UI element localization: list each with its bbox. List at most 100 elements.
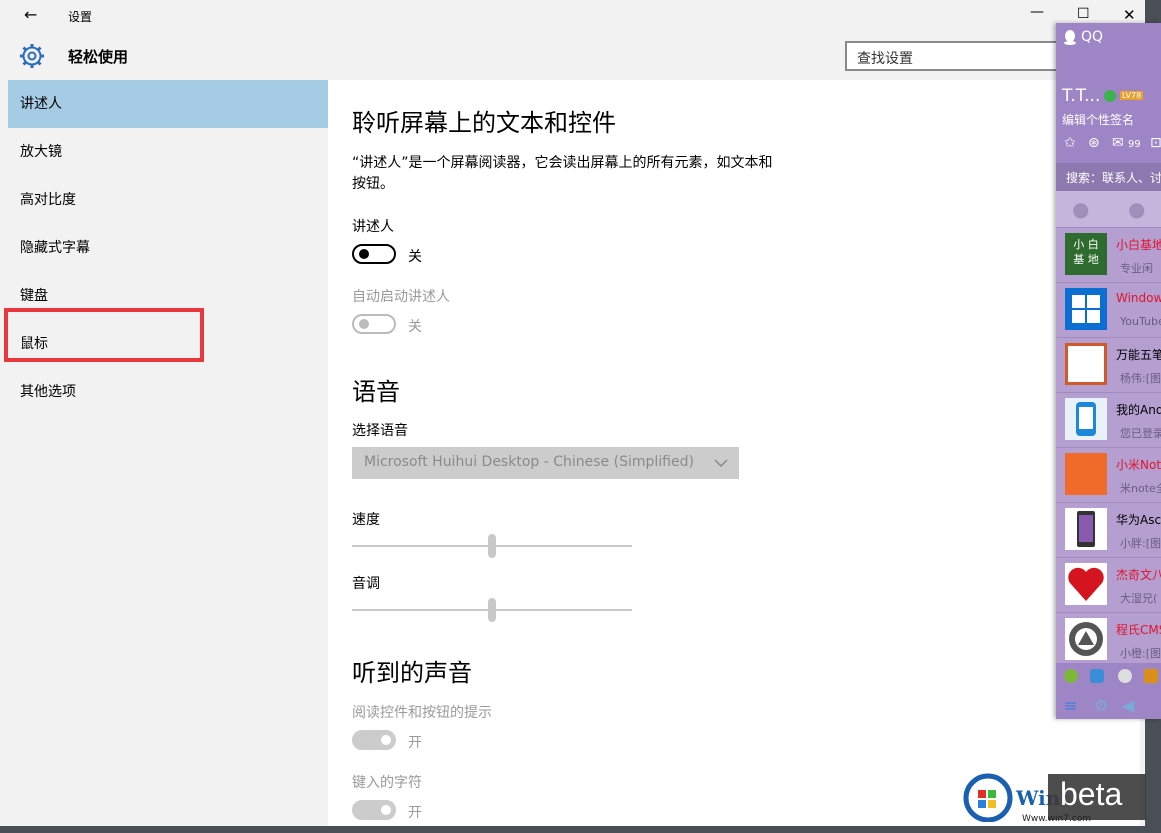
logo-avatar [1065,618,1107,660]
back-arrow-icon[interactable]: ← [24,5,37,24]
speed-slider[interactable] [352,531,632,561]
app-icon[interactable] [1064,669,1078,683]
contact-name: 华为Asc [1116,513,1161,527]
typed-state: 开 [408,805,422,821]
app-icon[interactable] [1144,669,1158,683]
toggle-knob [359,319,369,329]
pitch-slider[interactable] [352,595,632,625]
avatar: 小 白基 地 [1065,233,1107,275]
contact-name: 万能五笔 [1116,348,1161,362]
narrator-description-line1: “讲述人”是一个屏幕阅读器，它会读出屏幕上的所有元素，如文本和 [352,155,773,171]
qq-nickname[interactable]: T.T... [1062,86,1100,106]
gear-icon[interactable]: ⚙ [1094,696,1108,715]
section-title-narrator: 聆听屏幕上的文本和控件 [352,109,616,137]
groups-tab-icon[interactable]: ● [1128,197,1145,221]
typed-label: 键入的字符 [352,775,422,791]
level-badge: LV78 [1120,91,1144,100]
mail-count: 99 [1128,139,1141,150]
contact-name: Window [1116,291,1161,305]
highlight-box [4,308,204,362]
slider-thumb[interactable] [488,534,496,558]
qq-contact[interactable]: 万能五笔 杨伟:[图 [1056,337,1161,393]
camera-icon[interactable] [1118,669,1132,683]
contact-status: 大湿兄( [1120,592,1158,605]
contact-name: 我的Andr [1116,403,1161,417]
qq-tab-bar: ● ● [1056,191,1161,227]
contact-name: 程氏CMS [1116,623,1161,637]
content-pane: 聆听屏幕上的文本和控件 “讲述人”是一个屏幕阅读器，它会读出屏幕上的所有元素，如… [328,80,1140,826]
qq-contact[interactable]: 我的Andr 您已登录 [1056,392,1161,448]
sidebar-item-narrator[interactable]: 讲述人 [8,80,328,128]
sidebar: 讲述人 放大镜 高对比度 隐藏式字幕 键盘 鼠标 其他选项 [4,80,328,826]
search-placeholder: 查找设置 [857,51,913,67]
qq-signature[interactable]: 编辑个性签名 [1062,111,1134,128]
title-bar: ← 设置 — ☐ ✕ [0,0,1145,32]
typed-toggle[interactable] [352,800,396,820]
maximize-button[interactable]: ☐ [1077,6,1090,22]
toggle-knob [359,249,369,259]
phone-avatar [1065,398,1107,440]
qq-contact[interactable]: 程氏CMS 小橙:[图 [1056,612,1161,668]
contact-status: YouTube [1120,315,1161,328]
sidebar-item-other-options[interactable]: 其他选项 [8,368,328,416]
section-title-voice: 语音 [352,378,400,406]
sidebar-item-closed-captions[interactable]: 隐藏式字幕 [8,224,328,272]
speaker-icon[interactable]: ◀ [1122,696,1134,715]
menu-icon[interactable]: ≡ [1064,696,1077,715]
slider-thumb[interactable] [488,598,496,622]
toggle-knob [381,805,391,815]
toggle-knob [381,735,391,745]
sidebar-item-magnifier[interactable]: 放大镜 [8,128,328,176]
qq-contact[interactable]: Window YouTube [1056,282,1161,338]
qq-contact[interactable]: 杰奇文八 大湿兄( [1056,557,1161,613]
hints-state: 开 [408,735,422,751]
narrator-description-line2: 按钮。 [352,176,394,192]
qq-header: QQ T.T... LV78 编辑个性签名 ✩ ⊛ ✉ 99 ⊡ [1056,23,1161,163]
mail-icon[interactable]: ✉ [1112,135,1124,151]
online-status-icon[interactable] [1104,90,1116,102]
contact-status: 您已登录 [1120,427,1161,440]
page-header: 轻松使用 查找设置 [0,32,1145,80]
hand-avatar [1065,453,1107,495]
qq-search-bar[interactable]: 搜索：联系人、讨 [1056,163,1161,191]
narrator-state: 关 [408,249,422,265]
gear-icon [20,44,44,68]
narrator-label: 讲述人 [352,219,394,235]
contacts-tab-icon[interactable]: ● [1072,197,1089,221]
narrator-toggle[interactable] [352,244,396,264]
zone-icon[interactable]: ⊛ [1088,135,1100,151]
contact-status: 杨伟:[图 [1120,372,1161,385]
qq-search-text: 搜索：联系人、讨 [1066,171,1161,185]
app-icon[interactable] [1090,669,1104,683]
sidebar-item-high-contrast[interactable]: 高对比度 [8,176,328,224]
qq-title: QQ [1081,29,1104,45]
close-button[interactable]: ✕ [1123,6,1136,24]
autostart-state: 关 [408,319,422,335]
star-icon[interactable]: ✩ [1064,135,1076,151]
beta-text: beta [1060,776,1123,812]
hints-toggle[interactable] [352,730,396,750]
window-title: 设置 [68,10,93,24]
minimize-button[interactable]: — [1030,4,1044,20]
chevron-down-icon [714,459,728,468]
avatar [1065,343,1107,385]
qq-bottom-bar: ≡ ⚙ ◀ [1056,663,1161,719]
contact-status: 小胖:[图 [1120,537,1161,550]
qq-contact[interactable]: 小 白基 地 小白基地 专业闲 [1056,227,1161,283]
section-title-sounds: 听到的声音 [352,659,472,687]
qq-contact[interactable]: 小米Note 米note全 [1056,447,1161,503]
voice-value: Microsoft Huihui Desktop - Chinese (Simp… [364,454,694,470]
autostart-toggle[interactable] [352,314,396,334]
qq-penguin-icon [1064,30,1076,45]
qq-contact[interactable]: 华为Asc 小胖:[图 [1056,502,1161,558]
contact-status: 专业闲 [1120,262,1153,275]
windows-logo-avatar [1065,288,1107,330]
contact-name: 小米Note [1116,458,1161,472]
heart-avatar [1065,563,1107,605]
cart-icon[interactable]: ⊡ [1150,135,1161,151]
qq-panel: QQ T.T... LV78 编辑个性签名 ✩ ⊛ ✉ 99 ⊡ 搜索：联系人、… [1056,23,1161,719]
speed-label: 速度 [352,512,380,528]
voice-label: 选择语音 [352,423,408,439]
voice-dropdown[interactable]: Microsoft Huihui Desktop - Chinese (Simp… [352,447,739,479]
page-title: 轻松使用 [68,48,129,66]
